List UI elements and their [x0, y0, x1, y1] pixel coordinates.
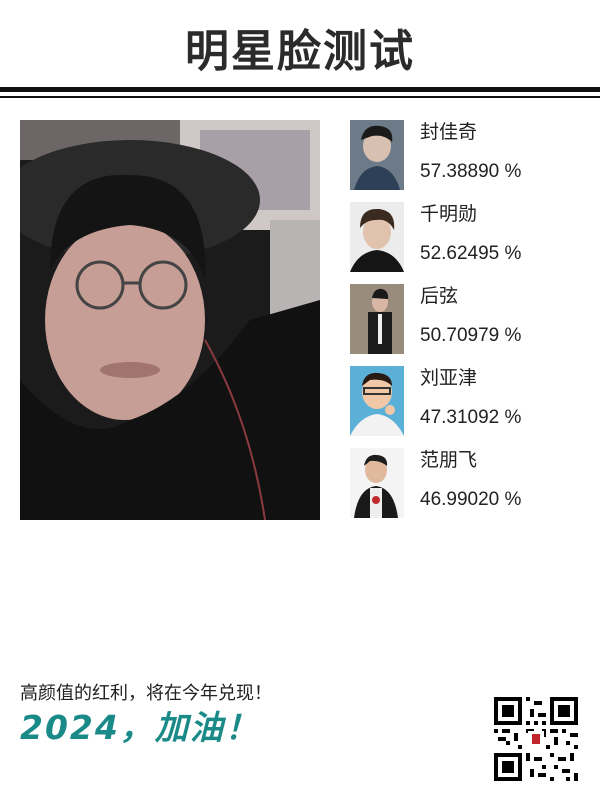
- match-score: 52.62495 %: [420, 243, 522, 264]
- slogan-text: 高颜值的红利，将在今年兑现！: [20, 683, 272, 704]
- match-item[interactable]: 刘亚津 47.31092 %: [350, 366, 590, 436]
- match-item[interactable]: 后弦 50.70979 %: [350, 284, 590, 354]
- user-photo: [20, 120, 320, 520]
- cheer-text: 2024，加油！: [20, 708, 260, 747]
- match-score: 47.31092 %: [420, 407, 522, 428]
- match-score: 50.70979 %: [420, 325, 522, 346]
- match-name: 刘亚津: [420, 367, 478, 389]
- header-rule-thin: [0, 96, 600, 98]
- match-thumbnail: [350, 284, 404, 354]
- match-name: 后弦: [420, 285, 459, 307]
- page-title: 明星脸测试: [185, 26, 415, 77]
- qr-code-icon[interactable]: [494, 697, 578, 781]
- match-name: 千明勋: [420, 203, 478, 225]
- match-name: 范朋飞: [420, 449, 478, 471]
- match-thumbnail: [350, 448, 404, 518]
- match-item[interactable]: 封佳奇 57.38890 %: [350, 120, 590, 190]
- match-thumbnail: [350, 120, 404, 190]
- header-rule-thick: [0, 87, 600, 92]
- match-score: 57.38890 %: [420, 161, 522, 182]
- match-score: 46.99020 %: [420, 489, 522, 510]
- match-thumbnail: [350, 366, 404, 436]
- match-item[interactable]: 范朋飞 46.99020 %: [350, 448, 590, 518]
- match-name: 封佳奇: [420, 121, 478, 143]
- match-item[interactable]: 千明勋 52.62495 %: [350, 202, 590, 272]
- match-thumbnail: [350, 202, 404, 272]
